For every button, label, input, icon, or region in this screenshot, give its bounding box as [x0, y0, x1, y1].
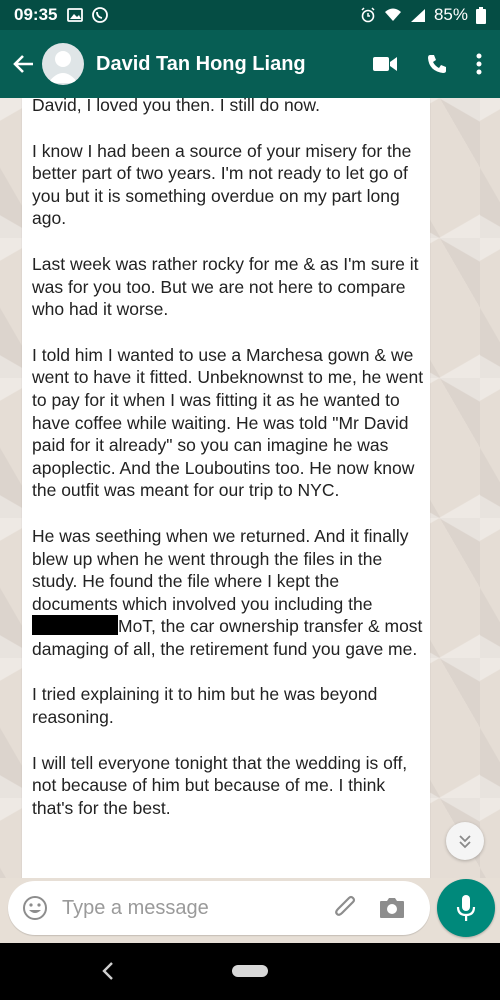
nav-home-pill[interactable]: [232, 965, 268, 977]
system-nav-bar: [0, 943, 500, 1000]
message-paragraph: Last week was rather rocky for me & as I…: [32, 253, 419, 320]
message-bubble[interactable]: David, I loved you then. I still do now.…: [22, 98, 430, 878]
redaction-block: [32, 615, 118, 636]
status-time: 09:35: [14, 5, 58, 24]
signal-icon: [410, 8, 425, 22]
image-icon: [67, 8, 84, 22]
message-composer: [8, 881, 430, 935]
message-fragment: He was seething when we returned. And it…: [32, 525, 409, 614]
battery-percent: 85%: [433, 5, 468, 24]
emoji-icon[interactable]: [22, 895, 48, 921]
more-icon[interactable]: [476, 53, 482, 75]
chat-area[interactable]: David, I loved you then. I still do now.…: [0, 98, 500, 878]
attach-icon[interactable]: [332, 894, 360, 922]
contact-name[interactable]: David Tan Hong Liang: [96, 53, 306, 76]
back-button[interactable]: [6, 46, 42, 82]
status-bar: 09:35 85%: [0, 0, 500, 30]
battery-icon: [476, 6, 486, 24]
message-paragraph-redacted: He was seething when we returned. And it…: [32, 525, 424, 661]
wifi-icon: [384, 8, 401, 21]
scroll-to-bottom-button[interactable]: [446, 822, 484, 860]
message-paragraph: David, I loved you then. I still do now.: [32, 98, 320, 115]
mic-icon: [456, 895, 476, 921]
alarm-icon: [361, 7, 375, 23]
camera-icon[interactable]: [378, 896, 406, 920]
message-text: David, I loved you then. I still do now.…: [32, 98, 424, 842]
mic-button[interactable]: [437, 879, 495, 937]
chat-header: David Tan Hong Liang: [0, 30, 500, 98]
message-paragraph: I know I had been a source of your miser…: [32, 140, 412, 229]
default-avatar-icon: [48, 51, 78, 83]
nav-back-icon[interactable]: [98, 959, 118, 983]
whatsapp-icon: [92, 7, 109, 23]
avatar[interactable]: [42, 43, 84, 85]
double-chevron-down-icon: [459, 835, 471, 849]
back-arrow-icon: [13, 55, 33, 73]
message-paragraph: I will tell everyone tonight that the we…: [32, 752, 408, 818]
message-paragraph: I tried explaining it to him but he was …: [32, 684, 378, 728]
message-paragraph: I told him I wanted to use a Marchesa go…: [32, 344, 424, 501]
video-call-icon[interactable]: [372, 55, 398, 73]
message-input[interactable]: [60, 895, 324, 921]
phone-icon[interactable]: [426, 53, 448, 75]
